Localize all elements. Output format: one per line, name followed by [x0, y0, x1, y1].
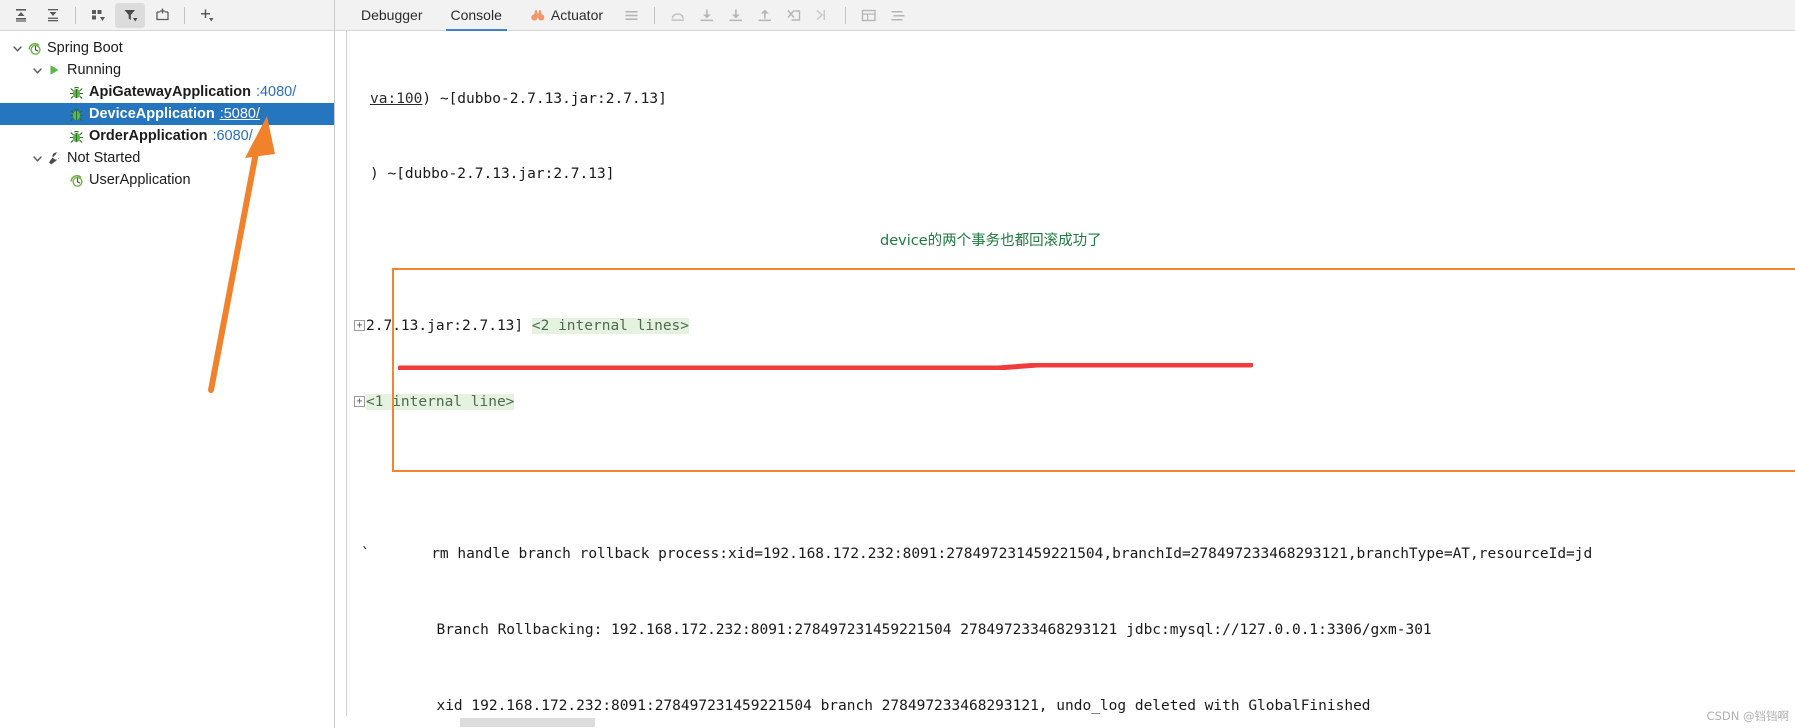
toolbar-separator-2: [184, 6, 185, 24]
chevron-down-icon[interactable]: [30, 151, 45, 166]
console-log[interactable]: va:100) ~[dubbo-2.7.13.jar:2.7.13] ) ~[d…: [348, 31, 1795, 728]
actuator-icon: [530, 7, 546, 23]
tree-node-running[interactable]: Running: [0, 59, 334, 81]
console-toolbar-separator: [654, 6, 656, 24]
tree-node-userapplication[interactable]: UserApplication: [0, 169, 334, 191]
scrollbar-thumb[interactable]: [460, 718, 595, 727]
console-output-area[interactable]: va:100) ~[dubbo-2.7.13.jar:2.7.13] ) ~[d…: [335, 31, 1795, 728]
tree-node-port[interactable]: :5080/: [220, 106, 260, 122]
watermark: CSDN @铛铛啊: [1706, 709, 1789, 723]
collapse-all-icon[interactable]: [38, 3, 68, 28]
console-gutter: [335, 31, 347, 728]
wrench-icon: [45, 150, 63, 166]
services-tree[interactable]: Spring Boot Running ApiGatewayApplicatio…: [0, 31, 334, 728]
tree-node-deviceapplication[interactable]: DeviceApplication :5080/: [0, 103, 334, 125]
filter-icon[interactable]: [115, 2, 145, 28]
tree-node-orderapplication[interactable]: OrderApplication :6080/: [0, 125, 334, 147]
settings-lines-icon[interactable]: [883, 3, 912, 28]
ide-window: Spring Boot Running ApiGatewayApplicatio…: [0, 0, 1795, 728]
annotation-note: device的两个事务也都回滚成功了: [880, 233, 1102, 249]
expand-all-icon[interactable]: [6, 3, 36, 28]
force-step-into-icon[interactable]: [721, 3, 750, 28]
internal-lines-badge[interactable]: <1 internal line>: [366, 394, 515, 411]
step-over-icon[interactable]: [663, 3, 692, 28]
log-line: ` rm handle branch rollback process:xid=…: [348, 542, 1795, 567]
log-text: 2.7.13.jar:2.7.13]: [366, 318, 532, 335]
spring-bean-icon: [67, 84, 85, 100]
tree-node-label: Running: [67, 62, 122, 78]
step-out-icon[interactable]: [750, 3, 779, 28]
tree-node-apigatewayapplication[interactable]: ApiGatewayApplication :4080/: [0, 81, 334, 103]
step-into-icon[interactable]: [692, 3, 721, 28]
tree-node-spring-boot[interactable]: Spring Boot: [0, 37, 334, 59]
spring-boot-icon: [25, 40, 43, 56]
horizontal-scrollbar[interactable]: [335, 716, 1795, 728]
log-text: ) ~[dubbo-2.7.13.jar:2.7.13]: [422, 90, 667, 107]
tree-node-label: UserApplication: [89, 172, 191, 188]
tab-console[interactable]: Console: [437, 0, 516, 31]
spring-bean-icon: [67, 106, 85, 122]
tree-node-label: ApiGatewayApplication: [89, 84, 251, 100]
tree-node-label: Spring Boot: [47, 40, 123, 56]
log-marker: `: [361, 545, 370, 562]
log-text: xid 192.168.172.232:8091:278497231459221…: [419, 697, 1371, 714]
tab-debugger[interactable]: Debugger: [347, 0, 437, 31]
hamburger-menu-icon[interactable]: [617, 3, 646, 28]
tree-node-label: DeviceApplication: [89, 106, 215, 122]
evaluate-expression-icon[interactable]: [854, 3, 883, 28]
log-line: Branch Rollbacking: 192.168.172.232:8091…: [348, 618, 1795, 643]
log-text: Branch Rollbacking: 192.168.172.232:8091…: [419, 621, 1432, 638]
log-line-fold: +2.7.13.jar:2.7.13] <2 internal lines>: [348, 314, 1795, 339]
console-toolbar: Debugger Console Actuator: [335, 0, 1795, 31]
spring-bean-icon: [67, 128, 85, 144]
drop-frame-icon[interactable]: [779, 3, 808, 28]
log-line-blank: [348, 466, 1795, 491]
log-link[interactable]: va:100: [370, 91, 422, 107]
console-toolbar-separator-2: [845, 6, 847, 24]
tree-node-label: Not Started: [67, 150, 141, 166]
tree-node-label: OrderApplication: [89, 128, 208, 144]
services-panel: Spring Boot Running ApiGatewayApplicatio…: [0, 0, 335, 728]
run-to-cursor-icon[interactable]: [808, 3, 837, 28]
group-by-icon[interactable]: [83, 3, 113, 28]
log-line-fold: + <1 internal line>: [348, 390, 1795, 415]
plus-icon[interactable]: [192, 3, 222, 28]
tab-actuator[interactable]: Actuator: [516, 0, 617, 31]
chevron-down-icon[interactable]: [10, 41, 25, 56]
log-text: rm handle branch rollback process:xid=19…: [413, 545, 1593, 562]
fold-expand-icon[interactable]: +: [354, 319, 365, 331]
internal-lines-badge[interactable]: <2 internal lines>: [531, 318, 690, 335]
log-line: ) ~[dubbo-2.7.13.jar:2.7.13]: [348, 162, 1795, 187]
tree-node-port[interactable]: :6080/: [212, 128, 252, 144]
console-panel: Debugger Console Actuator va:100) ~[dubb…: [335, 0, 1795, 728]
tab-label: Console: [450, 7, 502, 23]
add-frame-icon[interactable]: [147, 3, 177, 28]
run-icon: [45, 62, 63, 78]
tab-label: Actuator: [550, 7, 604, 23]
tab-label: Debugger: [361, 7, 423, 23]
toolbar-separator-1: [75, 6, 76, 24]
spring-boot-icon: [67, 172, 85, 188]
log-line: va:100) ~[dubbo-2.7.13.jar:2.7.13]: [348, 87, 1795, 112]
tree-node-not-started[interactable]: Not Started: [0, 147, 334, 169]
log-text: ) ~[dubbo-2.7.13.jar:2.7.13]: [370, 166, 615, 183]
fold-expand-icon[interactable]: +: [354, 395, 365, 407]
chevron-down-icon[interactable]: [30, 63, 45, 78]
services-toolbar: [0, 0, 334, 31]
tree-node-port[interactable]: :4080/: [256, 84, 296, 100]
